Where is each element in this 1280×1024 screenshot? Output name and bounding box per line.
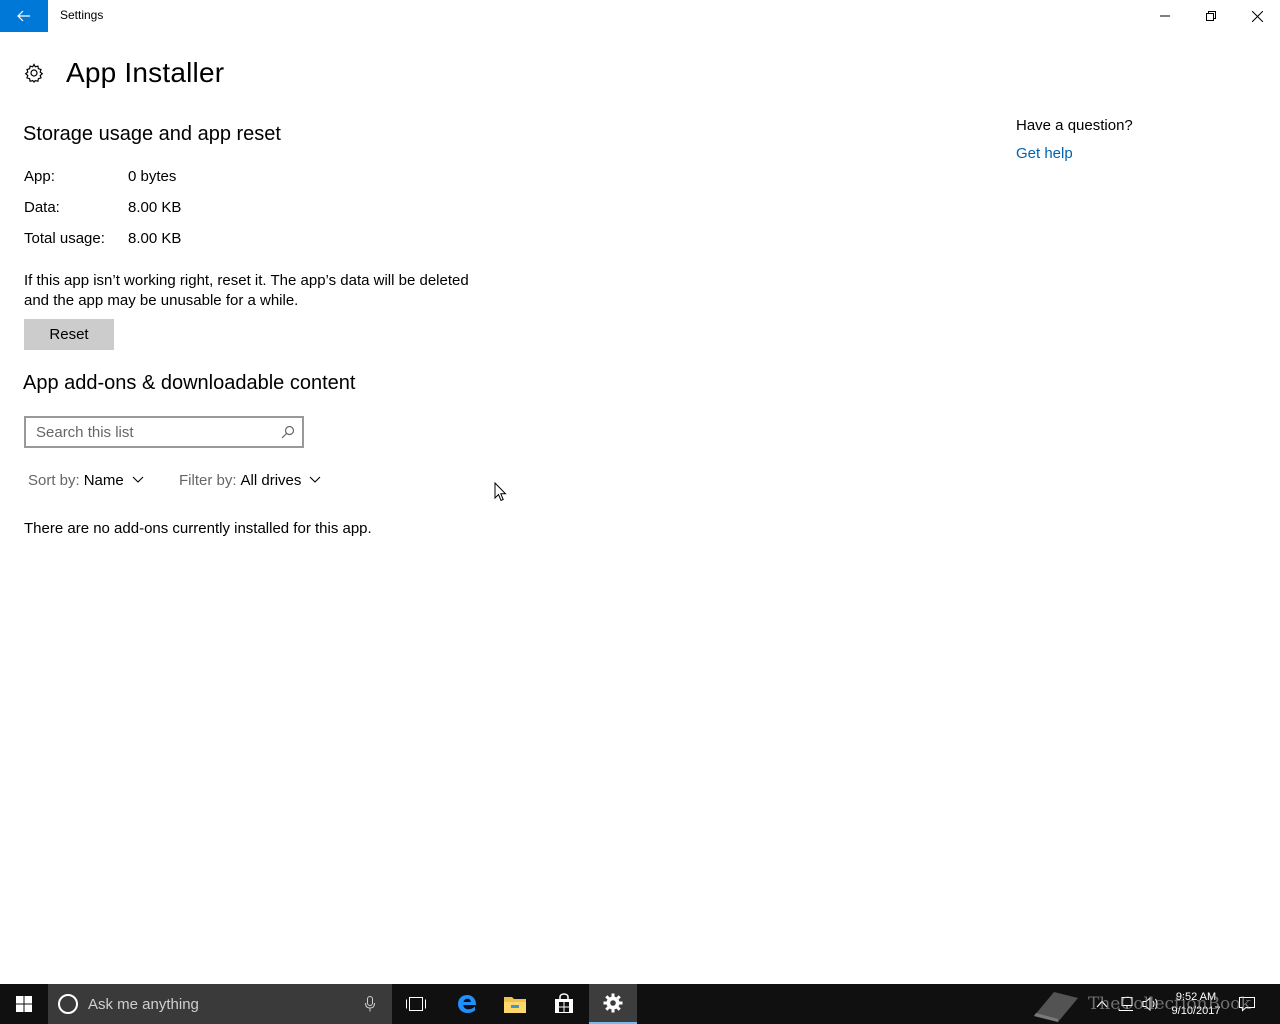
search-box bbox=[24, 416, 304, 448]
taskbar: Ask me anything 9:52 AM 9/10/2017 bbox=[0, 984, 1280, 1024]
page-title: App Installer bbox=[66, 57, 225, 88]
microphone-icon[interactable] bbox=[360, 994, 380, 1014]
cortana-search-placeholder: Ask me anything bbox=[88, 995, 199, 1013]
storage-label: Data: bbox=[24, 199, 60, 216]
edge-button[interactable] bbox=[443, 984, 491, 1024]
filter-dropdown[interactable]: Filter by: All drives bbox=[179, 470, 321, 490]
maximize-icon bbox=[1206, 11, 1216, 21]
storage-section-title: Storage usage and app reset bbox=[23, 123, 281, 145]
title-bar: Settings bbox=[0, 0, 1280, 32]
store-icon bbox=[555, 993, 573, 1013]
tray-chevron-icon bbox=[1096, 1000, 1108, 1008]
close-button[interactable] bbox=[1234, 0, 1280, 32]
cortana-search-box[interactable]: Ask me anything bbox=[48, 984, 392, 1024]
volume-button[interactable] bbox=[1140, 984, 1162, 1024]
reset-button[interactable]: Reset bbox=[24, 319, 114, 350]
settings-taskbar-button[interactable] bbox=[589, 984, 637, 1024]
storage-value: 8.00 KB bbox=[128, 230, 182, 247]
gear-icon bbox=[24, 63, 44, 83]
start-button[interactable] bbox=[0, 984, 48, 1024]
network-icon bbox=[1118, 997, 1133, 1011]
clock-time: 9:52 AM bbox=[1175, 991, 1217, 1003]
task-view-button[interactable] bbox=[392, 984, 440, 1024]
action-center-button[interactable] bbox=[1234, 984, 1260, 1024]
volume-icon bbox=[1142, 996, 1158, 1012]
windows-start-icon bbox=[16, 996, 32, 1012]
filter-label: Filter by: bbox=[179, 471, 237, 489]
chevron-down-icon bbox=[309, 476, 321, 483]
storage-value: 8.00 KB bbox=[128, 199, 182, 216]
addons-section-title: App add-ons & downloadable content bbox=[23, 372, 356, 394]
storage-row-total: Total usage: 8.00 KB bbox=[24, 230, 181, 250]
get-help-link[interactable]: Get help bbox=[1016, 145, 1073, 162]
page-header: App Installer bbox=[24, 56, 224, 90]
network-button[interactable] bbox=[1116, 984, 1136, 1024]
storage-row-data: Data: 8.00 KB bbox=[24, 199, 181, 219]
store-button[interactable] bbox=[540, 984, 588, 1024]
window-title: Settings bbox=[60, 8, 104, 22]
storage-value: 0 bytes bbox=[128, 168, 177, 185]
minimize-icon bbox=[1160, 15, 1170, 17]
close-icon bbox=[1251, 10, 1263, 22]
reset-description: If this app isn’t working right, reset i… bbox=[24, 272, 469, 309]
storage-label: Total usage: bbox=[24, 230, 105, 247]
edge-icon bbox=[458, 995, 477, 1013]
mouse-pointer-icon bbox=[494, 482, 507, 502]
file-explorer-button[interactable] bbox=[491, 984, 539, 1024]
search-icon[interactable] bbox=[274, 418, 302, 446]
storage-label: App: bbox=[24, 168, 55, 185]
sort-label: Sort by: bbox=[28, 471, 80, 489]
back-arrow-icon bbox=[17, 10, 30, 22]
minimize-button[interactable] bbox=[1142, 0, 1188, 32]
task-view-icon bbox=[406, 997, 426, 1011]
file-explorer-icon bbox=[504, 997, 526, 1013]
storage-row-app: App: 0 bytes bbox=[24, 168, 176, 188]
search-input[interactable] bbox=[26, 418, 274, 446]
maximize-button[interactable] bbox=[1188, 0, 1234, 32]
chevron-down-icon bbox=[132, 476, 144, 483]
settings-icon bbox=[603, 993, 623, 1013]
action-center-icon bbox=[1239, 997, 1255, 1012]
help-question: Have a question? bbox=[1016, 117, 1133, 134]
clock-date: 9/10/2017 bbox=[1171, 1005, 1221, 1017]
no-addons-message: There are no add-ons currently installed… bbox=[24, 520, 372, 537]
sort-value: Name bbox=[83, 471, 124, 489]
taskbar-clock[interactable]: 9:52 AM 9/10/2017 bbox=[1166, 984, 1226, 1024]
cortana-icon bbox=[58, 994, 78, 1014]
back-button[interactable] bbox=[0, 0, 48, 32]
filter-value: All drives bbox=[240, 471, 302, 489]
tray-overflow-button[interactable] bbox=[1092, 984, 1112, 1024]
sort-dropdown[interactable]: Sort by: Name bbox=[28, 470, 144, 490]
